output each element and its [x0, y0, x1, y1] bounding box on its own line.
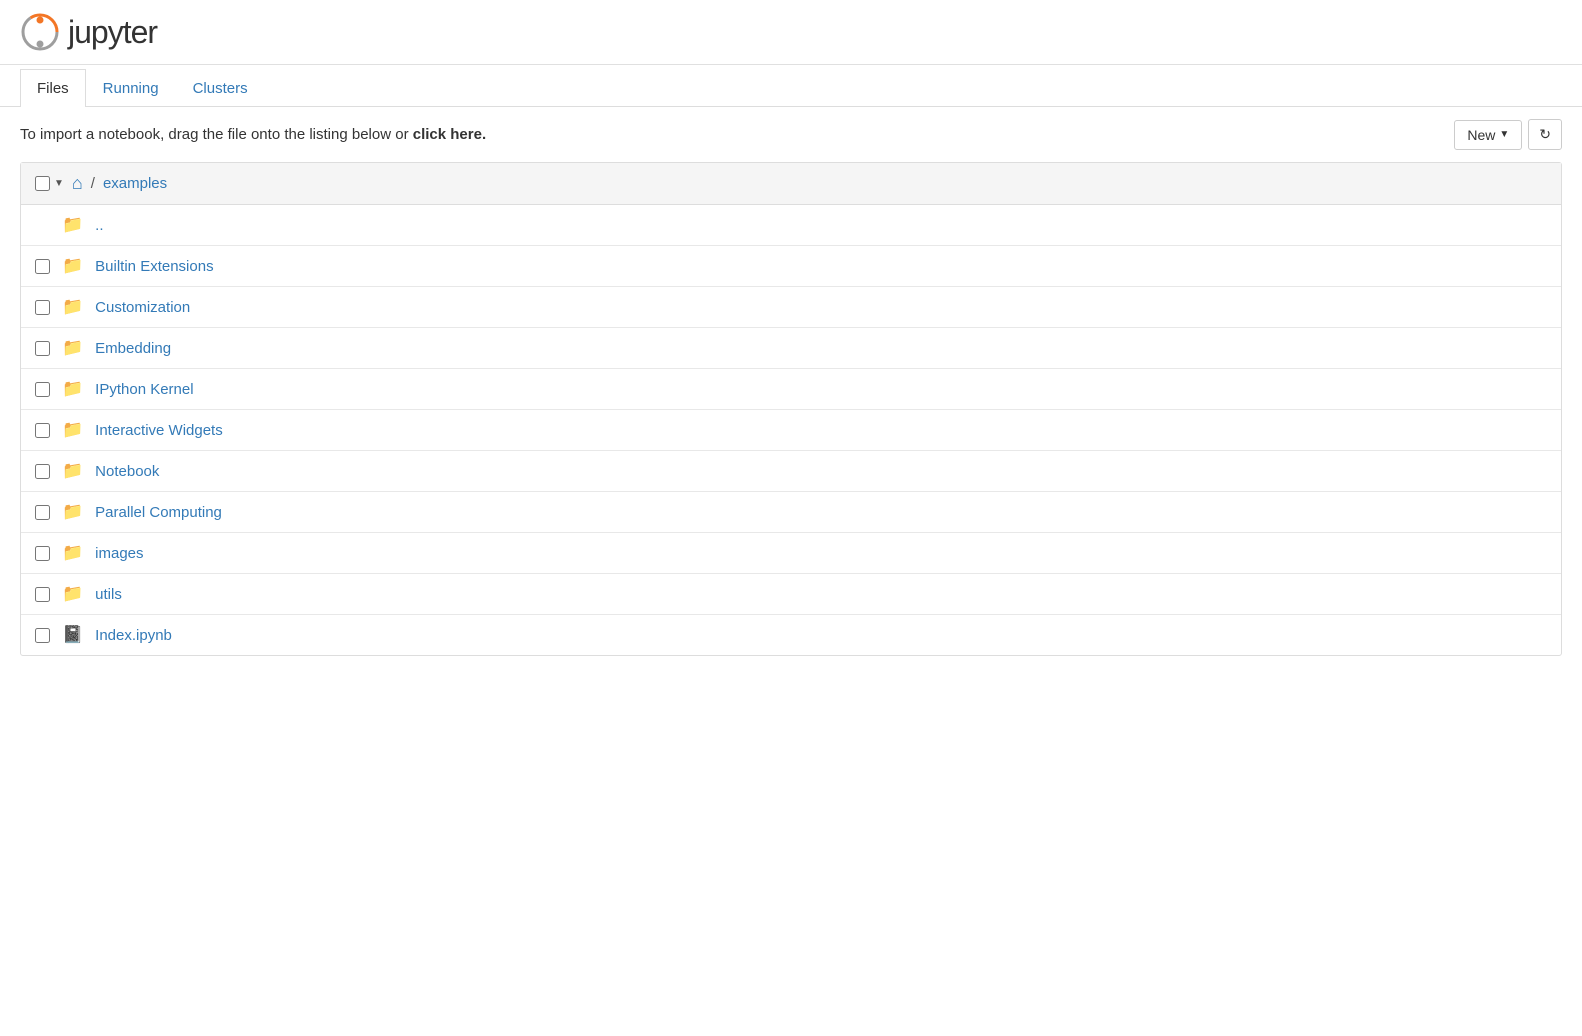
file-checkbox[interactable] [35, 464, 50, 479]
file-checkbox[interactable] [35, 505, 50, 520]
import-message: To import a notebook, drag the file onto… [20, 126, 486, 143]
list-item: 📁 utils [21, 574, 1561, 615]
file-checkbox[interactable] [35, 628, 50, 643]
list-item: 📁 Notebook [21, 451, 1561, 492]
list-item: 📁 Builtin Extensions [21, 246, 1561, 287]
jupyter-logo-icon [20, 12, 60, 52]
folder-icon: 📁 [62, 338, 83, 358]
refresh-icon: ↻ [1539, 126, 1551, 142]
click-here-link[interactable]: click here. [413, 126, 486, 143]
file-checkbox[interactable] [35, 341, 50, 356]
file-link[interactable]: Index.ipynb [95, 627, 172, 644]
breadcrumb-current[interactable]: examples [103, 175, 167, 192]
file-link[interactable]: Builtin Extensions [95, 258, 213, 275]
new-button-label: New [1467, 127, 1495, 143]
file-checkbox[interactable] [35, 259, 50, 274]
tab-files[interactable]: Files [20, 69, 86, 107]
select-dropdown-arrow[interactable]: ▼ [54, 178, 64, 189]
toolbar-right: New ▼ ↻ [1454, 119, 1562, 150]
file-list-container: ▼ ⌂ / examples 📁 .. 📁 Builtin Extensions… [20, 162, 1562, 656]
file-link[interactable]: images [95, 545, 143, 562]
folder-icon: 📁 [62, 256, 83, 276]
new-dropdown-caret: ▼ [1499, 129, 1509, 140]
tab-running[interactable]: Running [86, 69, 176, 107]
file-link[interactable]: Embedding [95, 340, 171, 357]
list-item: 📓 Index.ipynb [21, 615, 1561, 655]
parent-dir-row: 📁 .. [21, 205, 1561, 246]
parent-dir-link[interactable]: .. [95, 217, 103, 234]
folder-icon: 📁 [62, 420, 83, 440]
file-checkbox[interactable] [35, 382, 50, 397]
new-button[interactable]: New ▼ [1454, 120, 1522, 150]
file-checkbox[interactable] [35, 423, 50, 438]
folder-icon: 📁 [62, 543, 83, 563]
list-item: 📁 Customization [21, 287, 1561, 328]
list-item: 📁 IPython Kernel [21, 369, 1561, 410]
select-all-area: ▼ [35, 176, 64, 191]
select-all-checkbox[interactable] [35, 176, 50, 191]
breadcrumb-row: ▼ ⌂ / examples [21, 163, 1561, 205]
header: jupyter [0, 0, 1582, 65]
file-checkbox[interactable] [35, 587, 50, 602]
list-item: 📁 Embedding [21, 328, 1561, 369]
logo-text: jupyter [68, 14, 157, 51]
file-checkbox[interactable] [35, 546, 50, 561]
toolbar: To import a notebook, drag the file onto… [0, 107, 1582, 162]
file-checkbox[interactable] [35, 300, 50, 315]
breadcrumb-separator: / [91, 175, 95, 192]
folder-icon: 📁 [62, 461, 83, 481]
file-link[interactable]: Parallel Computing [95, 504, 222, 521]
tab-clusters[interactable]: Clusters [176, 69, 265, 107]
folder-icon: 📁 [62, 584, 83, 604]
list-item: 📁 Parallel Computing [21, 492, 1561, 533]
folder-icon: 📁 [62, 297, 83, 317]
folder-icon: 📁 [62, 215, 83, 235]
file-link[interactable]: Notebook [95, 463, 159, 480]
folder-icon: 📁 [62, 502, 83, 522]
tabs-bar: Files Running Clusters [0, 69, 1582, 107]
file-link[interactable]: Customization [95, 299, 190, 316]
file-link[interactable]: utils [95, 586, 122, 603]
file-link[interactable]: IPython Kernel [95, 381, 193, 398]
jupyter-logo: jupyter [20, 12, 157, 52]
file-link[interactable]: Interactive Widgets [95, 422, 223, 439]
list-item: 📁 images [21, 533, 1561, 574]
import-text-prefix: To import a notebook, drag the file onto… [20, 126, 413, 143]
notebook-icon: 📓 [62, 625, 83, 645]
list-item: 📁 Interactive Widgets [21, 410, 1561, 451]
folder-icon: 📁 [62, 379, 83, 399]
refresh-button[interactable]: ↻ [1528, 119, 1562, 150]
breadcrumb-home[interactable]: ⌂ [72, 173, 83, 194]
